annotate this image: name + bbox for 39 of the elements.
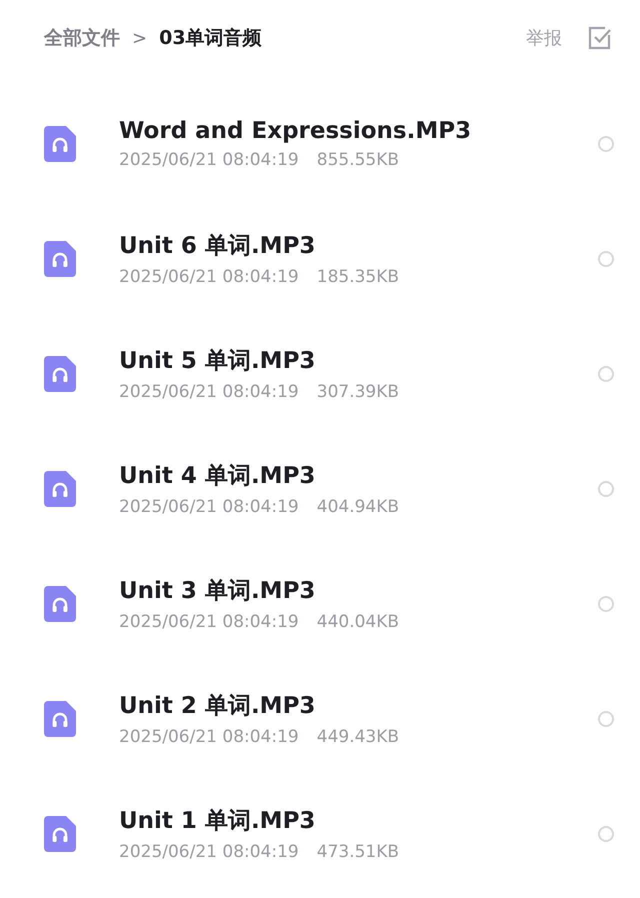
file-date: 2025/06/21 08:04:19 <box>119 382 299 402</box>
audio-file-icon <box>44 470 76 506</box>
file-date: 2025/06/21 08:04:19 <box>119 267 299 287</box>
select-radio[interactable] <box>598 826 614 842</box>
file-name[interactable]: Unit 4 单词.MP3 <box>119 460 598 491</box>
audio-file-icon <box>44 586 76 622</box>
select-radio[interactable] <box>598 366 614 382</box>
breadcrumb-link[interactable]: 全部文件 <box>44 25 120 51</box>
select-radio[interactable] <box>598 710 614 726</box>
file-name[interactable]: Unit 2 单词.MP3 <box>119 690 598 721</box>
file-size: 185.35KB <box>316 267 400 287</box>
file-date: 2025/06/21 08:04:19 <box>119 727 299 747</box>
select-radio[interactable] <box>598 136 614 152</box>
file-size: 440.04KB <box>316 612 400 632</box>
file-name[interactable]: Unit 3 单词.MP3 <box>119 575 598 606</box>
breadcrumb-separator: > <box>132 28 148 48</box>
file-size: 404.94KB <box>316 497 400 517</box>
audio-file-icon <box>44 816 76 852</box>
select-radio[interactable] <box>598 596 614 612</box>
select-all-icon[interactable] <box>588 26 612 50</box>
file-date: 2025/06/21 08:04:19 <box>119 150 299 170</box>
audio-file-icon <box>44 126 76 162</box>
file-size: 855.55KB <box>316 150 400 170</box>
file-size: 473.51KB <box>316 842 400 862</box>
file-name[interactable]: Unit 6 单词.MP3 <box>119 230 598 261</box>
select-radio[interactable] <box>598 480 614 496</box>
current-folder-title: 03单词音频 <box>159 26 262 51</box>
file-date: 2025/06/21 08:04:19 <box>119 612 299 632</box>
file-size: 307.39KB <box>316 382 400 402</box>
audio-file-icon <box>44 356 76 392</box>
file-name[interactable]: Unit 5 单词.MP3 <box>119 345 598 376</box>
file-size: 449.43KB <box>316 727 400 747</box>
audio-file-icon <box>44 240 76 276</box>
file-date: 2025/06/21 08:04:19 <box>119 497 299 517</box>
file-name[interactable]: Unit 1 单词.MP3 <box>119 805 598 836</box>
audio-file-icon <box>44 700 76 736</box>
file-date: 2025/06/21 08:04:19 <box>119 842 299 862</box>
select-radio[interactable] <box>598 250 614 266</box>
file-name[interactable]: Word and Expressions.MP3 <box>119 118 598 144</box>
